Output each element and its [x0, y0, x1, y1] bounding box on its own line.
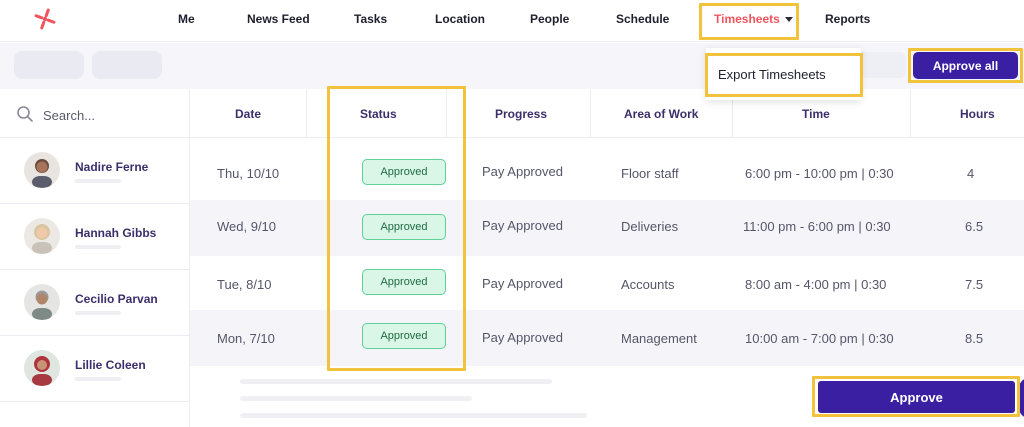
loading-placeholder — [240, 396, 472, 401]
avatar — [24, 152, 60, 188]
person-subtitle-placeholder — [75, 179, 121, 183]
cell-time: 8:00 am - 4:00 pm | 0:30 — [745, 277, 887, 292]
column-divider — [306, 89, 307, 138]
cell-hours: 6.5 — [965, 219, 984, 234]
cell-area-of-work: Accounts — [621, 277, 675, 292]
cell-progress: Pay Approved — [482, 218, 563, 233]
table-row[interactable]: Thu, 10/10 Approved Pay Approved Floor s… — [190, 145, 1024, 201]
export-timesheets-menu-item[interactable]: Export Timesheets — [718, 67, 826, 82]
top-navigation: Me News Feed Tasks Location People Sched… — [0, 0, 1024, 42]
cell-progress: Pay Approved — [482, 330, 563, 345]
person-row[interactable]: Nadire Ferne — [0, 138, 190, 204]
column-header-area-of-work[interactable]: Area of Work — [624, 107, 698, 121]
person-row[interactable]: Lillie Coleen — [0, 336, 190, 402]
search-bar[interactable]: Search... — [0, 89, 190, 138]
nav-item-people[interactable]: People — [530, 12, 569, 26]
cell-progress: Pay Approved — [482, 276, 563, 291]
status-badge: Approved — [362, 214, 446, 240]
column-header-status[interactable]: Status — [360, 107, 397, 121]
person-name: Nadire Ferne — [75, 160, 149, 174]
avatar — [24, 350, 60, 386]
cell-time: 10:00 am - 7:00 pm | 0:30 — [745, 331, 894, 346]
filter-pill[interactable] — [92, 51, 162, 79]
table-row[interactable]: Mon, 7/10 Approved Pay Approved Manageme… — [190, 310, 1024, 366]
table-row[interactable]: Wed, 9/10 Approved Pay Approved Deliveri… — [190, 200, 1024, 256]
avatar — [24, 284, 60, 320]
people-list: Search... Nadire Ferne Hannah Gibbs Ceci… — [0, 89, 190, 427]
status-badge: Approved — [362, 269, 446, 295]
caret-down-icon — [784, 17, 793, 23]
approve-button[interactable]: Approve — [818, 381, 1015, 413]
table-header: Date Status Progress Area of Work Time H… — [190, 89, 1024, 138]
person-subtitle-placeholder — [75, 245, 121, 249]
column-header-progress[interactable]: Progress — [495, 107, 547, 121]
person-name: Lillie Coleen — [75, 358, 146, 372]
person-subtitle-placeholder — [75, 311, 121, 315]
cell-time: 11:00 pm - 6:00 pm | 0:30 — [743, 219, 891, 234]
avatar — [24, 218, 60, 254]
cell-area-of-work: Management — [621, 331, 697, 346]
cell-area-of-work: Deliveries — [621, 219, 679, 234]
filter-pill[interactable] — [14, 51, 84, 79]
column-header-hours[interactable]: Hours — [960, 107, 995, 121]
nav-item-location[interactable]: Location — [435, 12, 485, 26]
person-row[interactable]: Hannah Gibbs — [0, 204, 190, 270]
cell-date: Thu, 10/10 — [217, 166, 280, 181]
person-subtitle-placeholder — [75, 377, 121, 381]
column-header-time[interactable]: Time — [802, 107, 830, 121]
column-divider — [910, 89, 911, 138]
floating-action-button[interactable] — [1019, 378, 1024, 418]
cell-hours: 7.5 — [965, 277, 984, 292]
active-tab-indicator — [705, 38, 791, 40]
column-divider — [590, 89, 591, 138]
cell-date: Mon, 7/10 — [217, 331, 275, 346]
nav-item-tasks[interactable]: Tasks — [354, 12, 387, 26]
search-icon — [17, 106, 33, 122]
person-name: Hannah Gibbs — [75, 226, 157, 240]
nav-item-schedule[interactable]: Schedule — [616, 12, 669, 26]
logo-icon[interactable] — [32, 6, 58, 32]
cell-date: Tue, 8/10 — [217, 277, 272, 292]
approve-all-button[interactable]: Approve all — [913, 52, 1018, 79]
cell-progress: Pay Approved — [482, 164, 563, 179]
toolbar-field[interactable] — [856, 52, 906, 78]
timesheets-dropdown-menu: Export Timesheets — [706, 48, 861, 100]
column-divider — [446, 89, 447, 138]
nav-item-me[interactable]: Me — [178, 12, 195, 26]
person-row[interactable]: Cecilio Parvan — [0, 270, 190, 336]
cell-area-of-work: Floor staff — [621, 166, 679, 181]
cell-date: Wed, 9/10 — [217, 219, 277, 234]
nav-item-news-feed[interactable]: News Feed — [247, 12, 310, 26]
table-row[interactable]: Tue, 8/10 Approved Pay Approved Accounts… — [190, 255, 1024, 311]
status-badge: Approved — [362, 159, 446, 185]
status-badge: Approved — [362, 323, 446, 349]
nav-item-reports[interactable]: Reports — [825, 12, 870, 26]
cell-hours: 8.5 — [965, 331, 984, 346]
column-header-date[interactable]: Date — [235, 107, 261, 121]
nav-item-timesheets[interactable]: Timesheets — [714, 12, 793, 26]
nav-item-timesheets-label: Timesheets — [714, 12, 780, 26]
search-input[interactable]: Search... — [43, 108, 95, 123]
loading-placeholder — [240, 379, 552, 384]
cell-time: 6:00 pm - 10:00 pm | 0:30 — [745, 166, 894, 181]
person-name: Cecilio Parvan — [75, 292, 158, 306]
cell-hours: 4 — [967, 166, 975, 181]
loading-placeholder — [240, 413, 587, 418]
